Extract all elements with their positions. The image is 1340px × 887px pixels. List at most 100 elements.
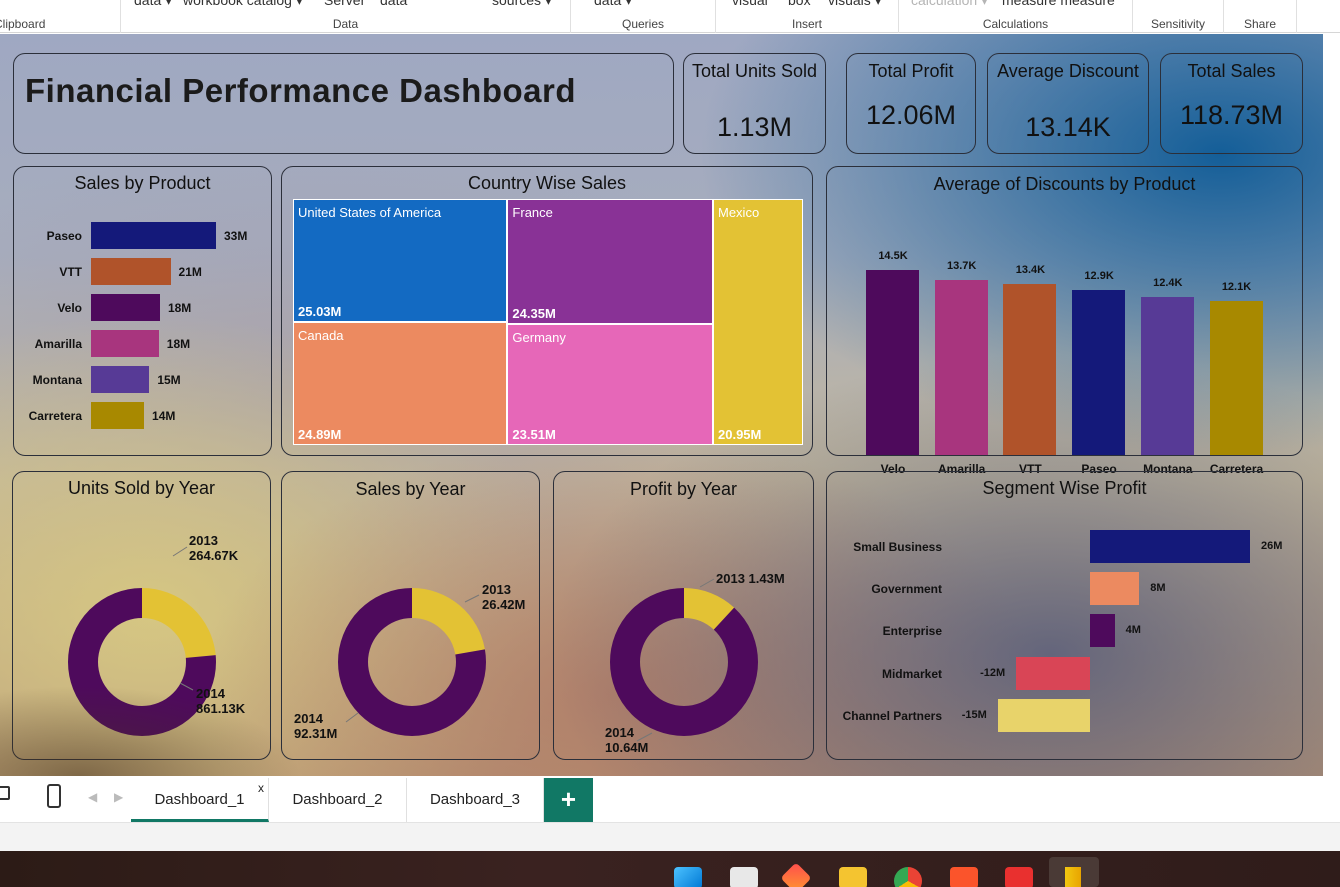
windows-start-icon[interactable] [674,867,702,887]
ribbon-button-new-visual[interactable]: visual [732,0,768,8]
bar[interactable] [91,366,150,393]
treemap-cell-mexico[interactable]: Mexico 20.95M [713,199,803,445]
ribbon-button-sql-server[interactable]: Server [324,0,365,8]
data-label: 2013 264.67K [189,533,238,563]
ribbon-group-clipboard: Clipboard [0,0,120,33]
treemap-cell-germany[interactable]: Germany 23.51M [507,324,713,445]
bar[interactable] [1090,572,1140,606]
report-canvas[interactable]: Financial Performance Dashboard Total Un… [0,34,1323,776]
ribbon-button-visual-calculation[interactable]: calculation ▾ [911,0,988,9]
ribbon-button-get-data[interactable]: data ▾ [134,0,172,9]
data-label: 2014 861.13K [196,686,245,716]
data-label: 18M [166,337,191,351]
slice-value: 26.42M [482,597,526,612]
units-sold-by-year-chart[interactable]: Units Sold by Year 2013 264.67K 2014 861.13… [12,471,271,760]
task-view-icon[interactable] [730,867,758,887]
leader-line [345,712,359,723]
ribbon-button-refresh-data[interactable]: data ▾ [594,0,632,9]
ribbon-group-label: Clipboard [0,17,46,31]
brave-icon[interactable] [950,867,978,887]
title-card[interactable]: Financial Performance Dashboard [13,53,674,154]
wps-office-icon[interactable] [1005,867,1033,887]
data-label: 2014 92.31M [294,711,337,741]
column-bar[interactable] [1072,290,1126,455]
page-tab-bar: ◀ ▶ Dashboard_1 x Dashboard_2 Dashboard_… [0,776,1340,822]
kpi-value: 13.14K [1025,112,1111,142]
mobile-layout-icon[interactable] [47,784,61,808]
segment-wise-profit-chart[interactable]: Segment Wise Profit Small Business 26M Gov… [826,471,1303,760]
column-bar[interactable] [1209,300,1263,455]
column-bar[interactable] [866,270,919,455]
kpi-card-total-profit[interactable]: Total Profit 12.06M [846,53,976,154]
sales-by-product-chart[interactable]: Sales by Product Paseo 33M VTT 21M Velo 18M Am… [13,166,272,456]
ribbon-button-enter-data[interactable]: data [380,0,407,8]
ribbon-button-workbook-catalog[interactable]: workbook catalog ▾ [183,0,303,9]
tab-dashboard-1[interactable]: Dashboard_1 x [131,778,269,822]
bar[interactable] [91,258,171,285]
kpi-title: Total Sales [1187,61,1276,81]
leader-line [464,594,480,603]
profit-by-year-chart[interactable]: Profit by Year 2013 1.43M 2014 10.64M [553,471,814,760]
treemap-cell-usa[interactable]: United States of America 25.03M [293,199,508,323]
kpi-card-total-units-sold[interactable]: Total Units Sold 1.13M [683,53,826,154]
bar[interactable] [1016,656,1090,690]
bar[interactable] [1090,530,1250,563]
ribbon-button-more-visuals[interactable]: visuals ▾ [828,0,882,9]
file-explorer-icon[interactable] [839,867,867,887]
data-label: 8M [1150,582,1166,595]
ribbon-button-text-box[interactable]: box [788,0,811,8]
add-page-button[interactable]: + [544,778,593,822]
chart-title: Segment Wise Profit [982,478,1147,498]
data-label: 26M [1261,540,1283,552]
data-label: 24.35M [512,306,556,322]
ribbon-group-share[interactable]: Share [1224,0,1296,33]
sales-by-year-chart[interactable]: Sales by Year 2013 26.42M 2014 92.31M [281,471,540,760]
country-wise-sales-treemap[interactable]: Country Wise Sales United States of Amer… [281,166,813,456]
close-icon[interactable]: x [258,766,264,810]
bar-label: Velo [57,301,82,315]
dashboard-title: Financial Performance Dashboard [25,72,576,109]
bar[interactable] [997,698,1090,732]
chrome-icon[interactable] [894,867,922,887]
treemap-label: United States of America [298,205,442,220]
donut-slice-2014[interactable] [610,588,758,736]
data-label: 13.4K [1015,264,1046,277]
kpi-title: Average Discount [997,61,1139,81]
scroll-right-icon[interactable]: ▶ [114,790,123,804]
kpi-card-average-discount[interactable]: Average Discount 13.14K [987,53,1149,154]
bar-label: Amarilla [34,337,82,351]
kpi-title: Total Units Sold [691,61,818,81]
treemap-cell-france[interactable]: France 24.35M [507,199,713,325]
column-bar[interactable] [1140,296,1194,455]
scroll-left-icon[interactable]: ◀ [88,790,97,804]
data-label: 25.03M [298,304,342,320]
kpi-title: Total Profit [868,61,954,81]
average-discount-by-product-chart[interactable]: Average of Discounts by Product 14.5K Vel… [826,166,1303,476]
column-bar[interactable] [934,280,988,455]
bar[interactable] [91,222,216,249]
bar[interactable] [91,294,160,321]
app-icon[interactable] [780,862,812,887]
treemap-cell-canada[interactable]: Canada 24.89M [293,322,508,445]
bar[interactable] [1090,614,1115,648]
kpi-card-total-sales[interactable]: Total Sales 118.73M [1160,53,1303,154]
ribbon-button-new-measure[interactable]: measure measure [1002,0,1115,8]
bar[interactable] [91,402,145,429]
ribbon-group-calculations: calculation ▾ measure measure Calculatio… [899,0,1132,33]
tab-dashboard-2[interactable]: Dashboard_2 [269,778,407,822]
ribbon: Clipboard data ▾ workbook catalog ▾ Serv… [0,0,1340,33]
tab-dashboard-3[interactable]: Dashboard_3 [407,778,544,822]
slice-year: 2013 [716,571,745,586]
data-label: 14.5K [878,250,908,262]
desktop-layout-icon[interactable] [0,786,10,800]
data-label: -15M [961,708,987,721]
data-label: 15M [157,373,181,387]
ribbon-button-recent-sources[interactable]: sources ▾ [492,0,552,9]
column-bar[interactable] [1003,284,1057,455]
ribbon-group-sensitivity[interactable]: Sensitivity [1133,0,1223,33]
bar[interactable] [91,330,159,357]
data-label: 12.4K [1153,276,1183,289]
power-bi-taskbar-button[interactable] [1049,857,1099,887]
kpi-value: 118.73M [1179,100,1284,130]
leader-line [172,546,188,557]
